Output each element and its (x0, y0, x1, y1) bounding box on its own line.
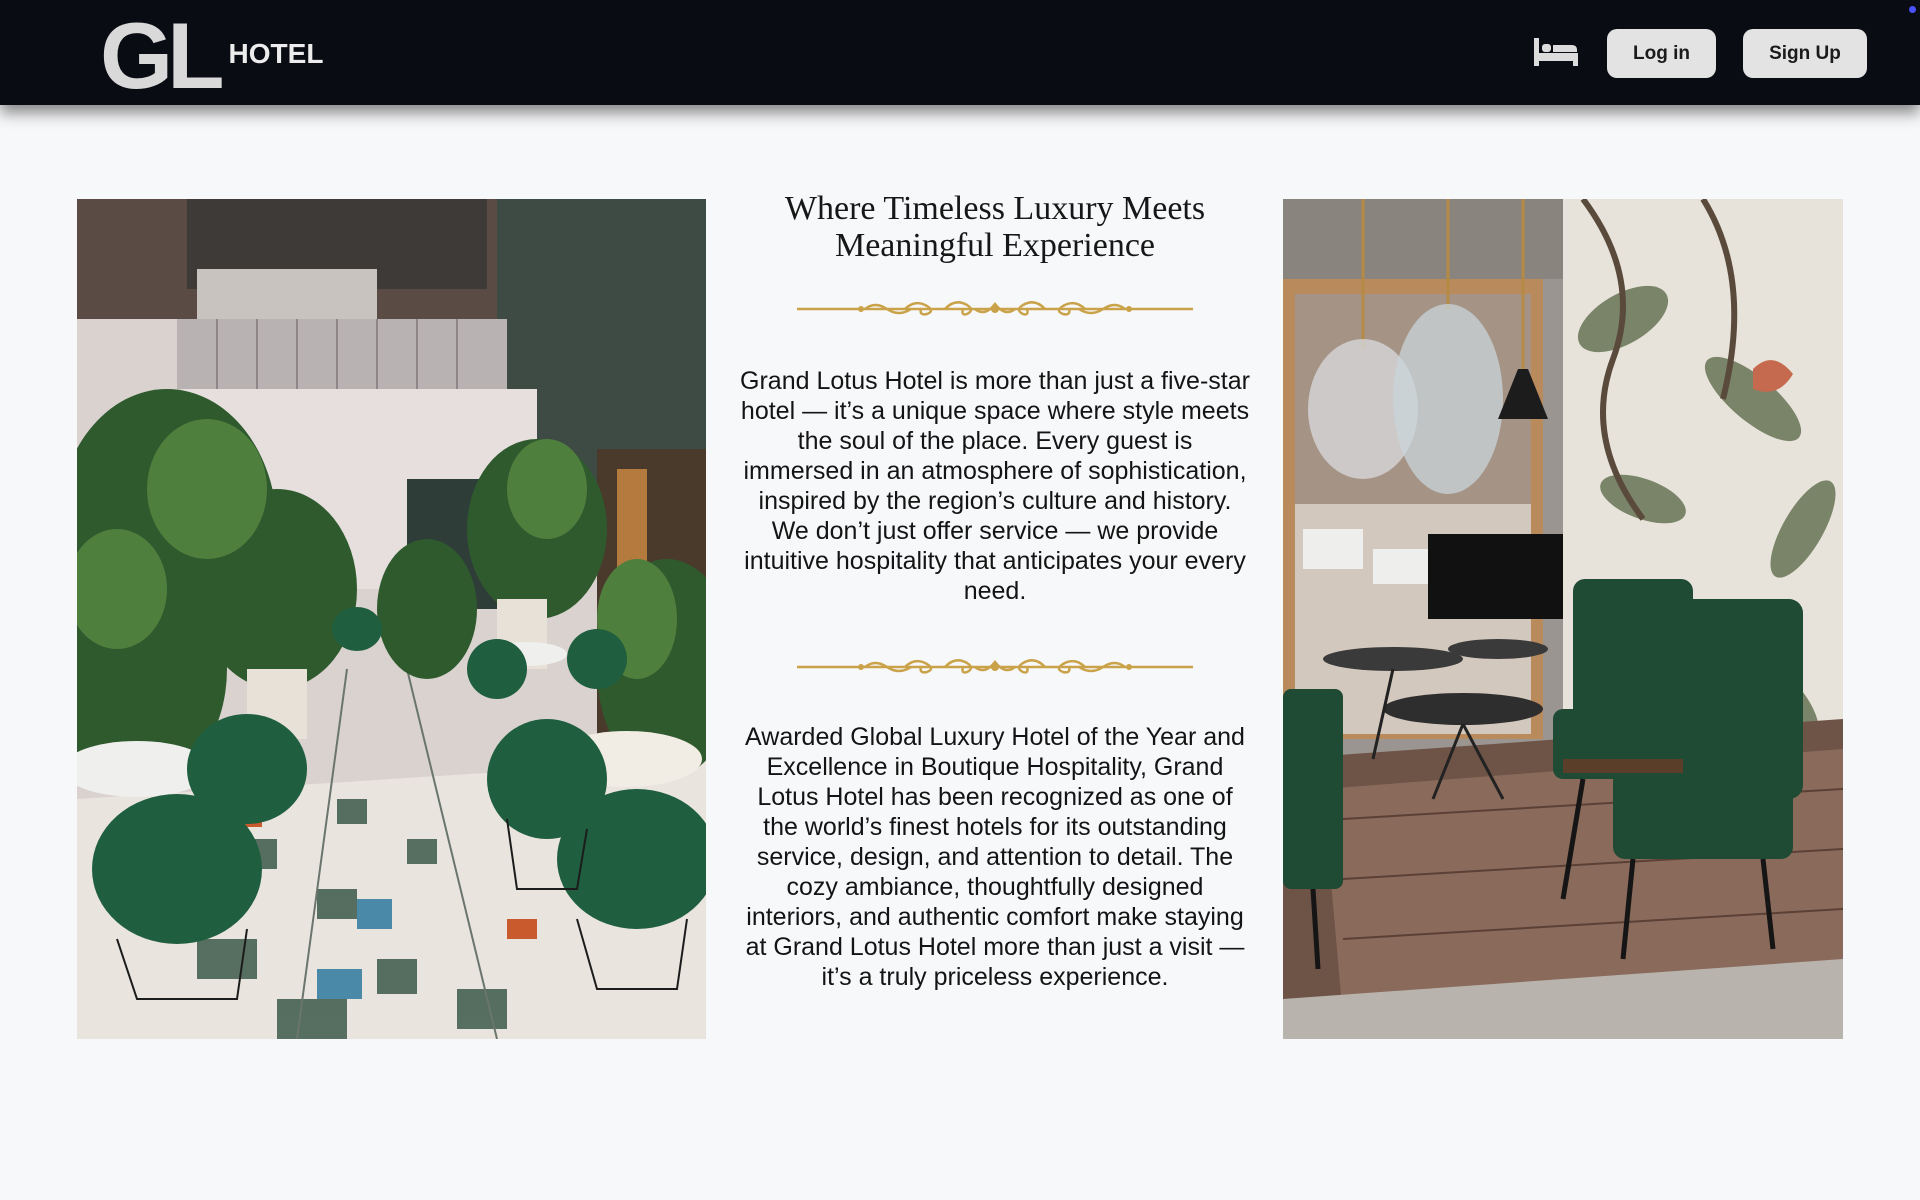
gold-flourish-icon (797, 301, 1193, 316)
bed-icon[interactable] (1532, 36, 1580, 68)
lounge-photo (1283, 199, 1843, 1039)
lounge-photo-illustration (1283, 199, 1843, 1039)
atrium-photo (77, 199, 706, 1039)
headline-line-1: Where Timeless Luxury Meets (784, 190, 1206, 227)
awards-paragraph: Awarded Global Luxury Hotel of the Year … (745, 723, 1245, 991)
intro-paragraph: Grand Lotus Hotel is more than just a fi… (740, 367, 1250, 605)
status-dot (1909, 6, 1916, 13)
hotel-logo[interactable]: GL HOTEL (100, 3, 324, 108)
atrium-photo-illustration (77, 199, 706, 1039)
intro-section: Where Timeless Luxury Meets Meaningful E… (740, 190, 1250, 992)
page-headline: Where Timeless Luxury Meets Meaningful E… (740, 190, 1250, 264)
headline-line-2: Meaningful Experience (834, 227, 1156, 264)
login-button[interactable]: Log in (1607, 29, 1716, 78)
signup-button[interactable]: Sign Up (1743, 29, 1867, 78)
gold-flourish-icon (797, 659, 1193, 674)
logo-word: HOTEL (228, 38, 324, 69)
top-navbar: GL HOTEL Log in Sign Up (0, 0, 1920, 105)
logo-mark: GL (100, 3, 225, 108)
